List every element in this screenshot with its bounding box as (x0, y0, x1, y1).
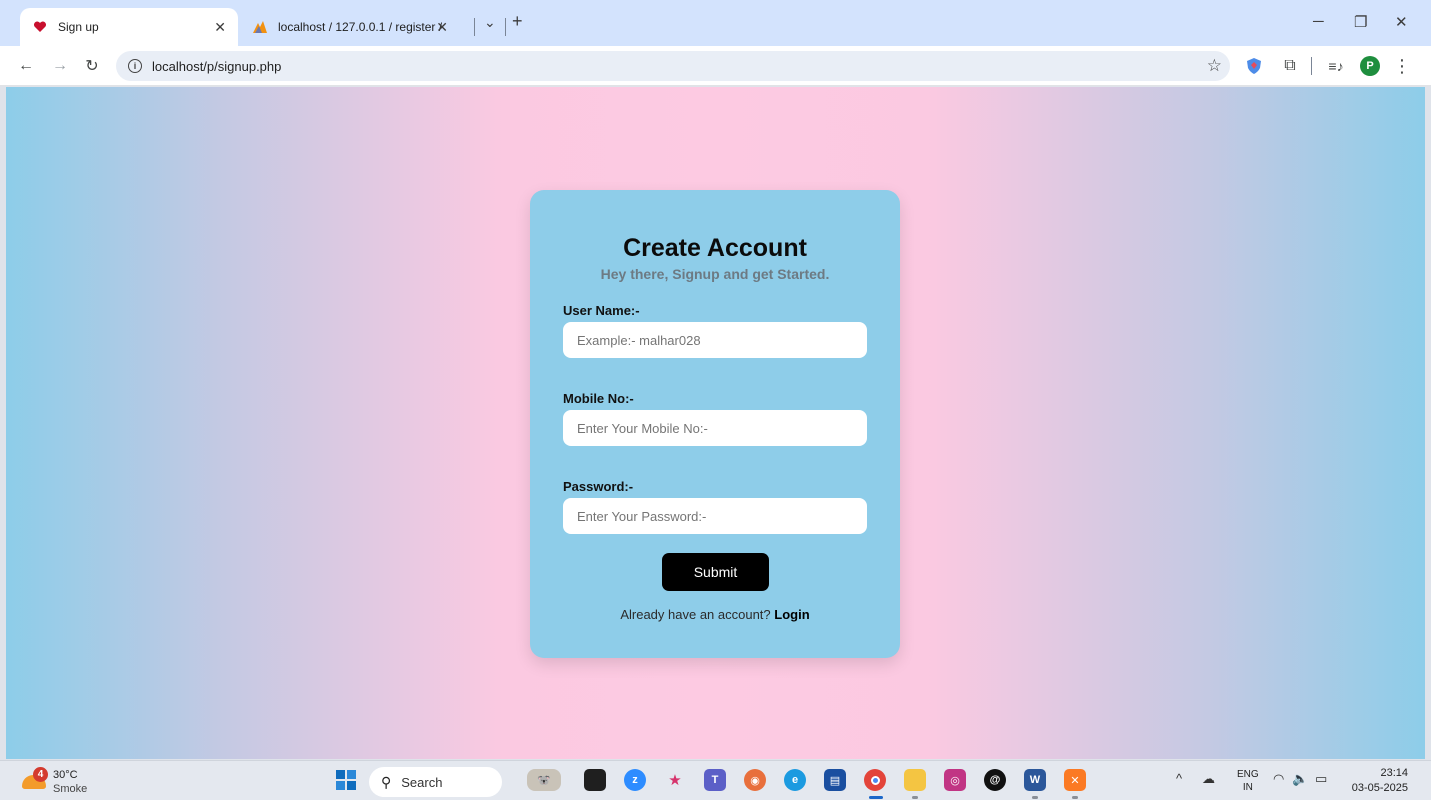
windows-taskbar: 4 30°C Smoke ⚲ Search 🐨 z ★ T ◉ e ▤ ◎ @ … (0, 760, 1431, 800)
mobile-input[interactable] (563, 410, 867, 446)
close-tab-icon[interactable]: ✕ (214, 19, 226, 36)
weather-temperature: 30°C (53, 769, 78, 781)
tab-signup[interactable]: Sign up ✕ (20, 8, 238, 46)
xampp-running-indicator (1072, 796, 1078, 799)
username-label: User Name:- (563, 303, 640, 318)
edge-icon[interactable]: e (784, 769, 806, 791)
media-control-icon[interactable]: ≡♪ (1324, 54, 1348, 78)
url-text: localhost/p/signup.php (152, 58, 282, 74)
system-clock[interactable]: 23:14 03-05-2025 (1352, 766, 1408, 796)
weather-condition: Smoke (53, 783, 88, 795)
chrome-icon[interactable] (864, 769, 886, 791)
taskbar-search[interactable]: ⚲ Search (369, 767, 502, 797)
username-input[interactable] (563, 322, 867, 358)
task-view-icon[interactable] (584, 769, 606, 791)
restore-icon[interactable]: ❐ (1354, 13, 1367, 31)
login-prompt: Already have an account? Login (530, 607, 900, 622)
weather-alert-badge: 4 (33, 767, 48, 782)
reload-icon[interactable]: ↻ (80, 54, 104, 78)
minimize-icon[interactable]: ─ (1313, 13, 1324, 30)
onedrive-icon[interactable]: ☁ (1202, 771, 1215, 787)
language-indicator[interactable]: ENG IN (1237, 768, 1259, 794)
tray-overflow-chevron-icon[interactable]: ^ (1176, 771, 1182, 786)
volume-icon[interactable]: 🔈 (1292, 771, 1308, 787)
teams-icon[interactable]: T (704, 769, 726, 791)
toolbar-divider (1311, 57, 1312, 75)
menu-kebab-icon[interactable]: ⋮ (1390, 54, 1414, 78)
explorer-running-indicator (912, 796, 918, 799)
store-icon[interactable]: ▤ (824, 769, 846, 791)
signup-page: Create Account Hey there, Signup and get… (6, 87, 1425, 759)
signup-card: Create Account Hey there, Signup and get… (530, 190, 900, 658)
tab-phpmyadmin[interactable]: localhost / 127.0.0.1 / register / ✕ (240, 8, 460, 46)
close-tab-icon[interactable]: ✕ (436, 19, 448, 36)
tab-divider (474, 18, 475, 36)
page-title: Create Account (623, 234, 807, 262)
back-arrow-icon[interactable]: ← (14, 54, 38, 78)
battery-icon[interactable]: ▭ (1315, 771, 1327, 787)
word-icon[interactable]: W (1024, 769, 1046, 791)
shield-extension-icon[interactable] (1242, 54, 1266, 78)
app-star-icon[interactable]: ★ (664, 769, 686, 791)
heart-favicon-icon (32, 19, 48, 35)
bookmark-star-icon[interactable]: ☆ (1207, 56, 1222, 76)
forward-arrow-icon[interactable]: → (48, 54, 72, 78)
address-bar[interactable]: i localhost/p/signup.php ☆ (116, 51, 1230, 81)
file-explorer-icon[interactable] (904, 769, 926, 791)
site-info-icon[interactable]: i (128, 59, 142, 73)
copilot-icon[interactable]: ◉ (744, 769, 766, 791)
weather-widget[interactable]: 4 30°C Smoke (22, 767, 102, 797)
word-running-indicator (1032, 796, 1038, 799)
submit-button[interactable]: Submit (662, 553, 769, 591)
profile-avatar[interactable]: P (1358, 54, 1382, 78)
chrome-running-indicator (869, 796, 883, 799)
instagram-icon[interactable]: ◎ (944, 769, 966, 791)
search-label: Search (401, 774, 443, 790)
koala-widget-icon[interactable]: 🐨 (527, 769, 561, 791)
xampp-icon[interactable]: ✕ (1064, 769, 1086, 791)
mobile-label: Mobile No:- (563, 391, 634, 406)
browser-tab-strip: Sign up ✕ localhost / 127.0.0.1 / regist… (0, 0, 1431, 46)
profile-initial: P (1360, 56, 1380, 76)
extensions-puzzle-icon[interactable]: ⧉ (1278, 54, 1302, 78)
login-prompt-text: Already have an account? (620, 607, 771, 622)
new-tab-plus-icon[interactable]: + (512, 11, 523, 32)
clock-date: 03-05-2025 (1351, 782, 1408, 794)
threads-icon[interactable]: @ (984, 769, 1006, 791)
region-code: IN (1242, 782, 1253, 793)
zoom-icon[interactable]: z (624, 769, 646, 791)
window-close-icon[interactable]: ✕ (1395, 13, 1408, 31)
phpmyadmin-favicon-icon (252, 19, 268, 35)
tab-divider (505, 18, 506, 36)
language-code: ENG (1237, 769, 1259, 780)
windows-start-icon[interactable] (335, 769, 357, 791)
chrome-center-icon (870, 775, 880, 785)
tab-title: Sign up (58, 20, 99, 34)
browser-toolbar: ← → ↻ i localhost/p/signup.php ☆ ⧉ ≡♪ P … (0, 46, 1431, 86)
password-label: Password:- (563, 479, 634, 494)
search-icon: ⚲ (381, 773, 392, 790)
wifi-icon[interactable]: ◠ (1273, 771, 1284, 787)
login-link[interactable]: Login (774, 607, 809, 622)
password-input[interactable] (563, 498, 867, 534)
tab-search-chevron-icon[interactable]: ⌄ (484, 14, 496, 31)
clock-time: 23:14 (1380, 767, 1408, 779)
tab-title: localhost / 127.0.0.1 / register / (278, 20, 443, 34)
page-subtitle: Hey there, Signup and get Started. (600, 266, 830, 282)
